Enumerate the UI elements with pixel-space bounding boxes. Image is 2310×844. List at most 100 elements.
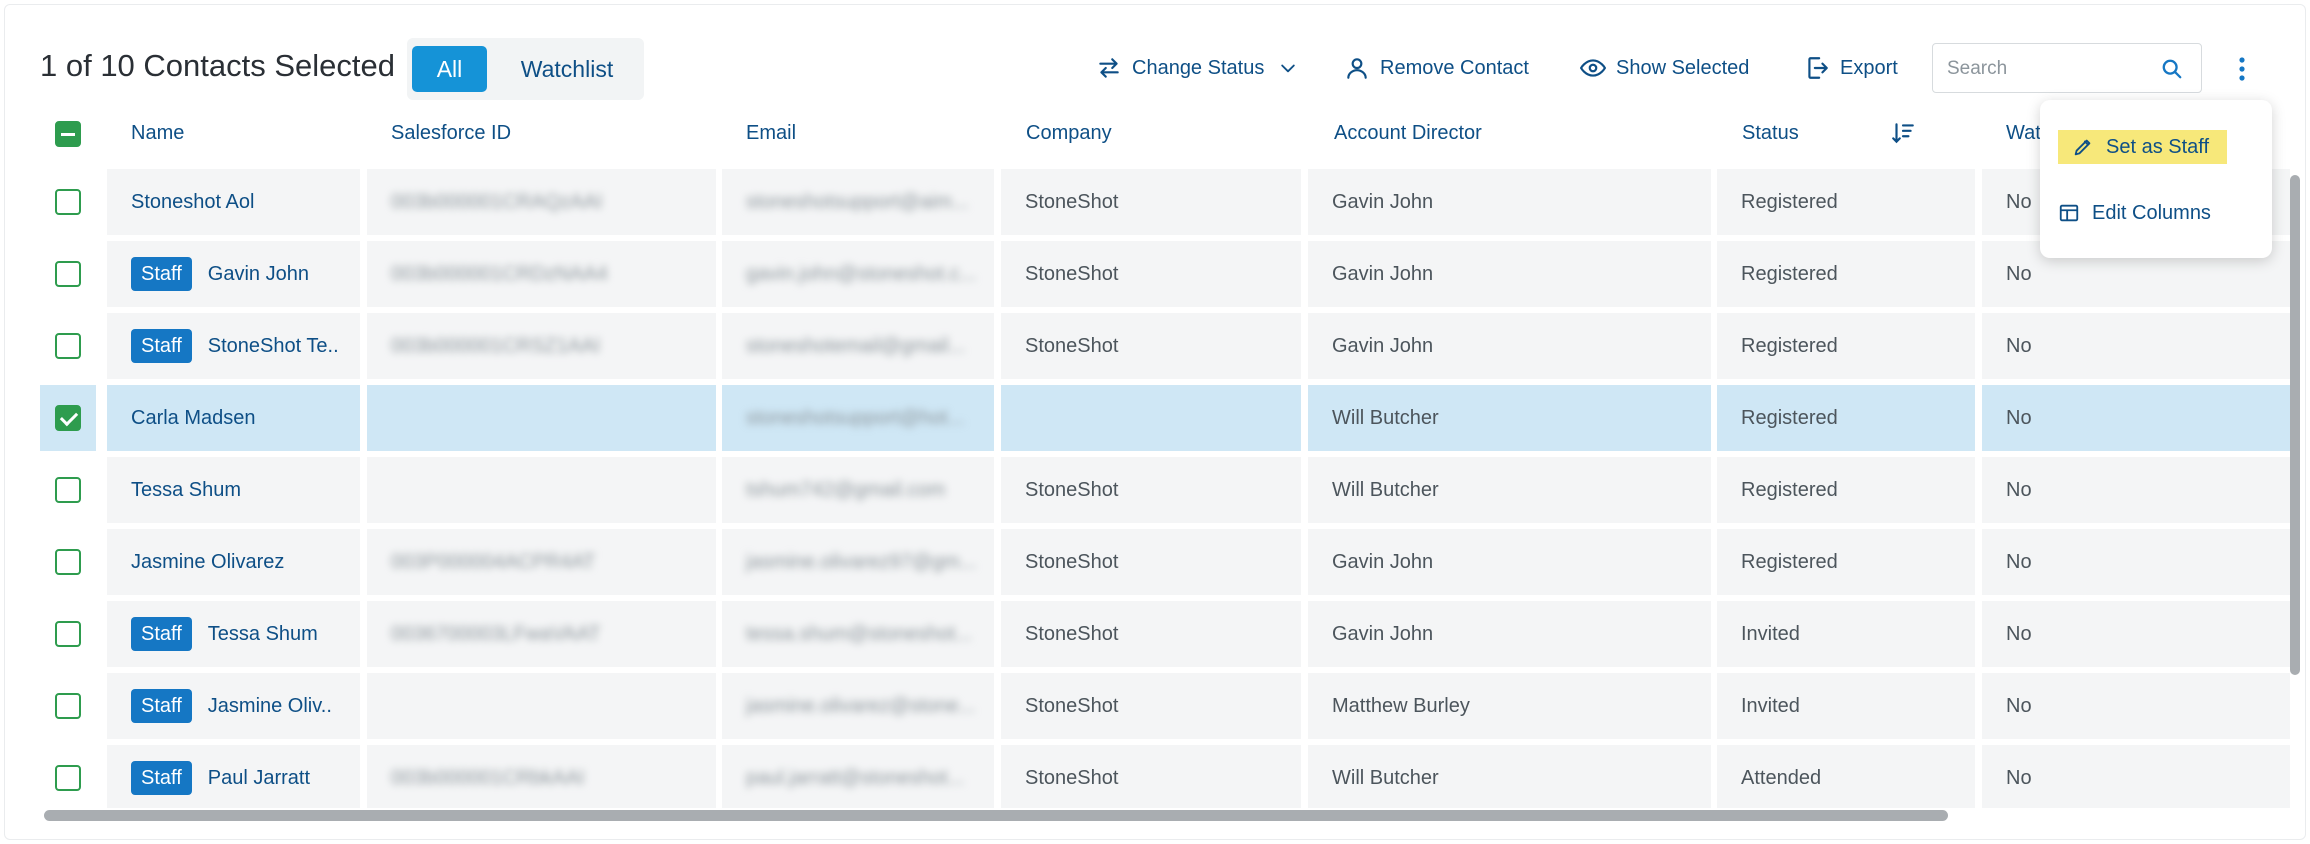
cell-name[interactable]: Tessa Shum (107, 457, 360, 523)
table-row[interactable]: Staff StoneShot Te.. 003b000001CRSZ1AAI sto… (40, 313, 2290, 379)
cell-company: StoneShot (1001, 745, 1301, 808)
cell-account-director: Gavin John (1308, 313, 1711, 379)
cell-email: jasmine.olivarez@stone... (722, 673, 994, 739)
cell-text: paul.jarratt@stoneshot... (746, 766, 965, 789)
cell-name[interactable]: Staff Gavin John (107, 241, 360, 307)
cell-status: Registered (1717, 385, 1975, 451)
row-checkbox[interactable] (55, 477, 81, 503)
table-row[interactable]: Stoneshot Aol 003b000001CRAQzAAI stoneshot… (40, 169, 2290, 235)
table-row[interactable]: Staff Tessa Shum 0036700003LFwaVAAT tessa.s… (40, 601, 2290, 667)
horizontal-scrollbar[interactable] (44, 808, 2304, 822)
cell-text: Attended (1741, 766, 1822, 789)
cell-name[interactable]: Carla Madsen (107, 385, 360, 451)
cell-text: StoneShot (1025, 694, 1119, 717)
cell-name[interactable]: Staff Tessa Shum (107, 601, 360, 667)
vertical-scrollbar-thumb[interactable] (2290, 175, 2300, 675)
cell-text: Registered (1741, 478, 1838, 501)
cell-text: tshum742@gmail.com (746, 478, 946, 501)
row-checkbox-cell (40, 457, 96, 523)
table-row[interactable]: Staff Jasmine Oliv.. jasmine.olivarez@ston… (40, 673, 2290, 739)
row-checkbox[interactable] (55, 333, 81, 359)
cell-salesforce-id: 003b000001CRAQzAAI (367, 169, 716, 235)
cell-salesforce-id (367, 673, 716, 739)
row-checkbox[interactable] (55, 405, 81, 431)
cell-name[interactable]: Staff Jasmine Oliv.. (107, 673, 360, 739)
show-selected-button[interactable]: Show Selected (1580, 52, 1749, 84)
column-header-email[interactable]: Email (746, 122, 796, 145)
row-checkbox[interactable] (55, 693, 81, 719)
table-row[interactable]: Staff Paul Jarratt 003b000001CRbkAAI paul.j… (40, 745, 2290, 808)
table-row[interactable]: Carla Madsen stoneshotsupport@hot... Will … (40, 385, 2290, 451)
edit-columns-label: Edit Columns (2092, 201, 2211, 224)
header-checkbox-cell (40, 112, 96, 156)
select-all-checkbox[interactable] (55, 121, 81, 147)
tab-all[interactable]: All (412, 46, 487, 92)
column-header-watchlist[interactable]: Wat (2006, 122, 2041, 145)
cell-text: No (2006, 550, 2032, 573)
column-header-status[interactable]: Status (1742, 122, 1799, 145)
cell-name[interactable]: Stoneshot Aol (107, 169, 360, 235)
column-header-company[interactable]: Company (1026, 122, 1112, 145)
cell-text: Gavin John (1332, 550, 1434, 573)
cell-name[interactable]: Staff Paul Jarratt (107, 745, 360, 808)
more-options-icon[interactable] (2232, 52, 2252, 86)
table-row[interactable]: Staff Gavin John 003b000001CRDzNAA4 gavin.j… (40, 241, 2290, 307)
tab-watchlist[interactable]: Watchlist (503, 46, 631, 92)
columns-icon (2059, 204, 2079, 222)
cell-company: StoneShot (1001, 673, 1301, 739)
search-icon[interactable] (2161, 58, 2183, 80)
cell-name[interactable]: Staff StoneShot Te.. (107, 313, 360, 379)
cell-text: Registered (1741, 550, 1838, 573)
cell-text: No (2006, 190, 2032, 213)
staff-badge: Staff (131, 257, 192, 291)
row-checkbox[interactable] (55, 549, 81, 575)
cell-watchlist: No (1982, 529, 2290, 595)
cell-company: StoneShot (1001, 241, 1301, 307)
cell-status: Registered (1717, 241, 1975, 307)
column-header-name[interactable]: Name (131, 122, 184, 145)
column-header-account-director[interactable]: Account Director (1334, 122, 1482, 145)
cell-text: Tessa Shum (131, 478, 242, 501)
table-row[interactable]: Tessa Shum tshum742@gmail.com StoneShot Wil… (40, 457, 2290, 523)
cell-text: Jasmine Oliv.. (207, 694, 332, 717)
change-status-label: Change Status (1132, 56, 1265, 79)
remove-contact-button[interactable]: Remove Contact (1344, 52, 1529, 84)
change-status-button[interactable]: Change Status (1096, 52, 1298, 84)
cell-watchlist: No (1982, 601, 2290, 667)
export-label: Export (1840, 56, 1898, 79)
row-checkbox[interactable] (55, 765, 81, 791)
cell-text: Gavin John (207, 262, 309, 285)
cell-text: StoneShot (1025, 550, 1119, 573)
cell-text: 003b000001CRbkAAI (391, 766, 585, 789)
column-header-salesforce-id[interactable]: Salesforce ID (391, 122, 511, 145)
cell-watchlist: No (1982, 457, 2290, 523)
search-input[interactable] (1945, 52, 2159, 86)
cell-email: paul.jarratt@stoneshot... (722, 745, 994, 808)
export-button[interactable]: Export (1804, 52, 1898, 84)
cell-watchlist: No (1982, 313, 2290, 379)
table-row[interactable]: Jasmine Olivarez 003P000004ACPR4AT jasmine… (40, 529, 2290, 595)
toolbar: 1 of 10 Contacts Selected All Watchlist … (0, 0, 2310, 120)
cell-salesforce-id: 003b000001CRDzNAA4 (367, 241, 716, 307)
edit-columns-menu-item[interactable]: Edit Columns (2058, 196, 2211, 230)
cell-text: Will Butcher (1332, 406, 1439, 429)
row-checkbox-cell (40, 385, 96, 451)
cell-watchlist: No (1982, 745, 2290, 808)
row-checkbox[interactable] (55, 261, 81, 287)
cell-email: tessa.shum@stoneshot... (722, 601, 994, 667)
cell-text: stoneshotemail@gmail... (746, 334, 966, 357)
cell-text: StoneShot (1025, 766, 1119, 789)
cell-text: StoneShot Te.. (207, 334, 339, 357)
row-checkbox[interactable] (55, 189, 81, 215)
cell-name[interactable]: Jasmine Olivarez (107, 529, 360, 595)
row-checkbox-cell (40, 313, 96, 379)
horizontal-scrollbar-thumb[interactable] (44, 810, 1948, 821)
cell-text: 003b000001CRSZ1AAI (391, 334, 601, 357)
cell-text: Invited (1741, 622, 1800, 645)
cell-text: No (2006, 622, 2032, 645)
set-as-staff-menu-item[interactable]: Set as Staff (2058, 130, 2228, 164)
cell-watchlist: No (1982, 673, 2290, 739)
row-checkbox[interactable] (55, 621, 81, 647)
sort-descending-icon[interactable] (1890, 120, 1916, 146)
selection-summary: 1 of 10 Contacts Selected (40, 48, 396, 83)
